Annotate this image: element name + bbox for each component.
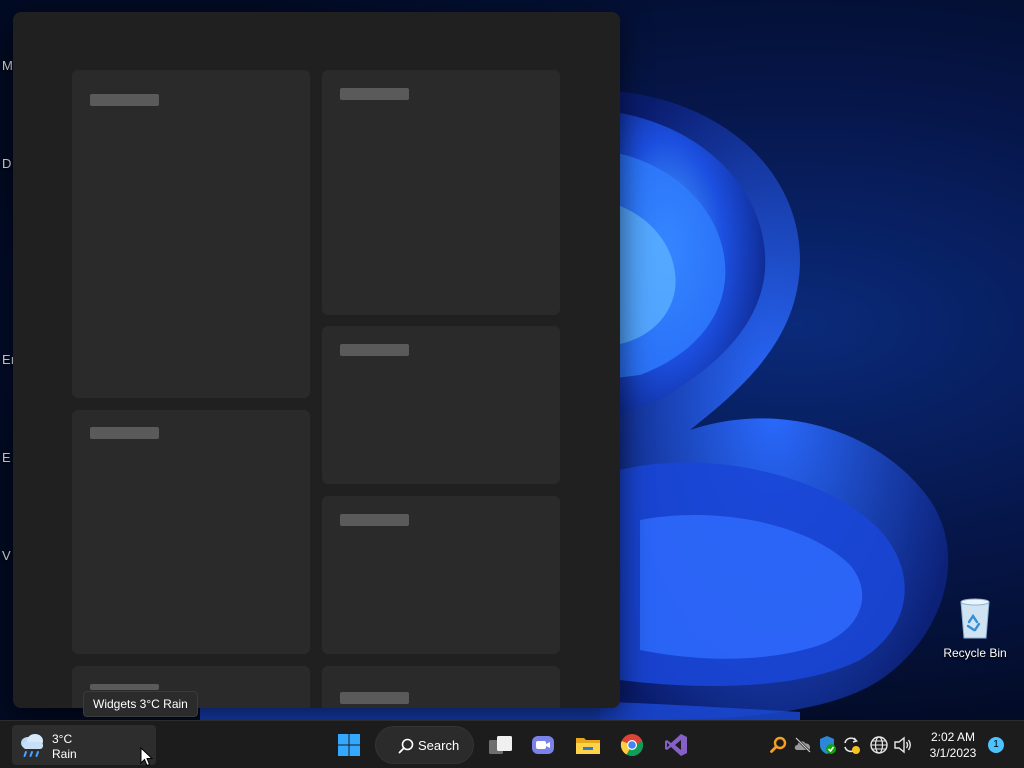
taskbar-search-button[interactable]: Search <box>375 726 474 764</box>
desktop-icon-label-partial[interactable]: M <box>2 58 13 73</box>
system-clock[interactable]: 2:02 AM 3/1/2023 <box>923 729 983 761</box>
onedrive-offline-icon[interactable] <box>793 735 813 755</box>
desktop-icon-label-partial[interactable]: D <box>2 156 11 171</box>
widget-card-placeholder[interactable] <box>322 70 560 315</box>
task-view-button[interactable] <box>480 725 520 765</box>
recycle-bin-label: Recycle Bin <box>943 646 1007 660</box>
chrome-button[interactable] <box>612 725 652 765</box>
loading-placeholder-bar <box>90 684 159 690</box>
mouse-cursor-icon <box>140 747 154 767</box>
weather-condition: Rain <box>52 747 77 761</box>
chrome-icon <box>620 734 644 757</box>
loading-placeholder-bar <box>90 427 159 439</box>
widget-card-placeholder[interactable] <box>322 326 560 484</box>
loading-placeholder-bar <box>340 88 409 100</box>
network-icon[interactable] <box>869 735 889 755</box>
clock-date: 3/1/2023 <box>929 746 977 760</box>
widgets-panel[interactable] <box>13 12 620 708</box>
sync-icon[interactable] <box>841 735 861 755</box>
clock-time: 2:02 AM <box>930 730 976 744</box>
visual-studio-button[interactable] <box>656 725 696 765</box>
search-icon <box>398 738 414 754</box>
desktop-icon-label-partial[interactable]: E <box>2 450 11 465</box>
weather-widget-button[interactable]: 3°C Rain <box>12 725 156 765</box>
notification-badge[interactable]: 1 <box>988 737 1004 753</box>
loading-placeholder-bar <box>90 94 159 106</box>
widget-card-placeholder[interactable] <box>322 496 560 654</box>
video-chat-icon <box>532 736 554 754</box>
task-view-icon <box>489 736 512 754</box>
desktop-icon-label-partial[interactable]: V <box>2 548 11 563</box>
widget-card-placeholder[interactable] <box>72 410 310 654</box>
search-label: Search <box>418 738 460 753</box>
loading-placeholder-bar <box>340 692 409 704</box>
folder-icon <box>576 738 600 754</box>
widgets-tooltip: Widgets 3°C Rain <box>83 691 198 717</box>
widget-card-placeholder[interactable] <box>72 70 310 398</box>
chat-button[interactable] <box>523 725 563 765</box>
widget-card-placeholder[interactable] <box>322 666 560 708</box>
volume-icon[interactable] <box>893 735 913 755</box>
visual-studio-icon <box>665 734 687 756</box>
recycle-bin-icon <box>960 598 990 639</box>
loading-placeholder-bar <box>340 344 409 356</box>
recycle-bin-shortcut[interactable]: Recycle Bin <box>940 596 1010 660</box>
weather-temperature: 3°C <box>52 732 73 746</box>
file-explorer-button[interactable] <box>567 725 607 765</box>
loading-placeholder-bar <box>340 514 409 526</box>
search-magnifier-icon[interactable] <box>769 735 789 755</box>
cloud-rain-icon <box>21 734 43 757</box>
start-button[interactable] <box>329 725 369 765</box>
defender-icon[interactable] <box>817 735 837 755</box>
windows-logo-icon <box>338 734 360 756</box>
